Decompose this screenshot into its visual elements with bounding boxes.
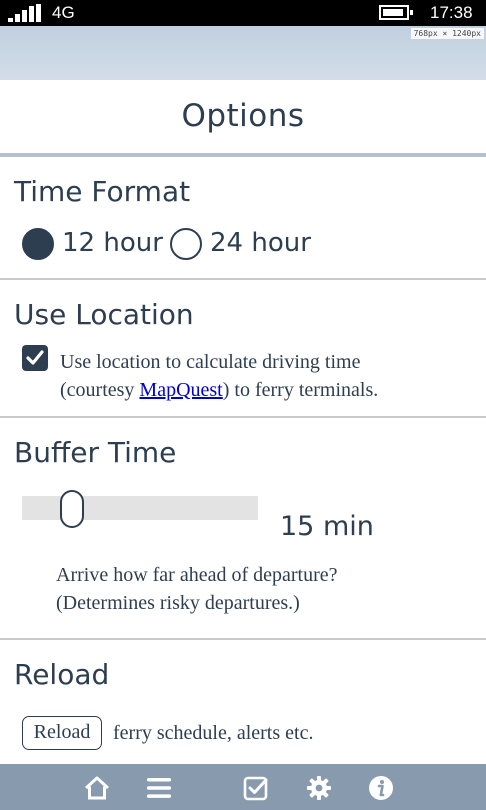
buffer-time-desc-line-1: Arrive how far ahead of departure? (56, 564, 338, 586)
radio-12-hour[interactable] (22, 228, 54, 260)
use-location-title: Use Location (14, 298, 194, 331)
page-title: Options (181, 98, 305, 134)
checkmark-icon (26, 350, 44, 365)
header-divider (0, 153, 486, 157)
top-band: 768px × 1240px (0, 26, 486, 80)
use-location-text: Use location to calculate driving time (… (60, 348, 378, 404)
buffer-time-value: 15 min (280, 511, 374, 542)
section-divider (0, 638, 486, 640)
viewport-size-tag: 768px × 1240px (410, 28, 484, 39)
use-location-checkbox[interactable] (22, 345, 48, 371)
reload-button[interactable]: Reload (22, 716, 102, 750)
buffer-time-slider-thumb[interactable] (60, 490, 84, 528)
bottom-nav-bar (0, 764, 486, 810)
radio-24-hour-label[interactable]: 24 hour (210, 228, 311, 258)
section-divider (0, 416, 486, 418)
battery-icon (379, 5, 413, 20)
network-type: 4G (52, 3, 75, 22)
gear-icon[interactable] (305, 774, 333, 802)
status-time: 17:38 (430, 3, 473, 22)
status-bar: 4G 17:38 (0, 0, 486, 26)
time-format-title: Time Format (14, 175, 191, 208)
mapquest-link[interactable]: MapQuest (139, 379, 222, 401)
signal-strength-icon (8, 4, 42, 22)
buffer-time-desc-line-2: (Determines risky departures.) (56, 592, 300, 614)
section-divider (0, 278, 486, 280)
buffer-time-title: Buffer Time (14, 436, 177, 469)
info-icon[interactable] (367, 774, 395, 802)
checkbox-icon[interactable] (242, 774, 270, 802)
buffer-time-description: Arrive how far ahead of departure? (Dete… (56, 561, 338, 617)
reload-title: Reload (14, 658, 110, 691)
home-icon[interactable] (83, 774, 111, 802)
menu-icon[interactable] (145, 774, 173, 802)
buffer-time-slider-track[interactable] (22, 496, 258, 520)
radio-24-hour[interactable] (170, 228, 202, 260)
use-location-line-2: (courtesy MapQuest) to ferry terminals. (60, 379, 379, 401)
use-location-line-1: Use location to calculate driving time (60, 351, 361, 373)
reload-description: ferry schedule, alerts etc. (108, 722, 314, 744)
page-header: Options (0, 80, 486, 154)
radio-12-hour-label[interactable]: 12 hour (62, 228, 163, 258)
